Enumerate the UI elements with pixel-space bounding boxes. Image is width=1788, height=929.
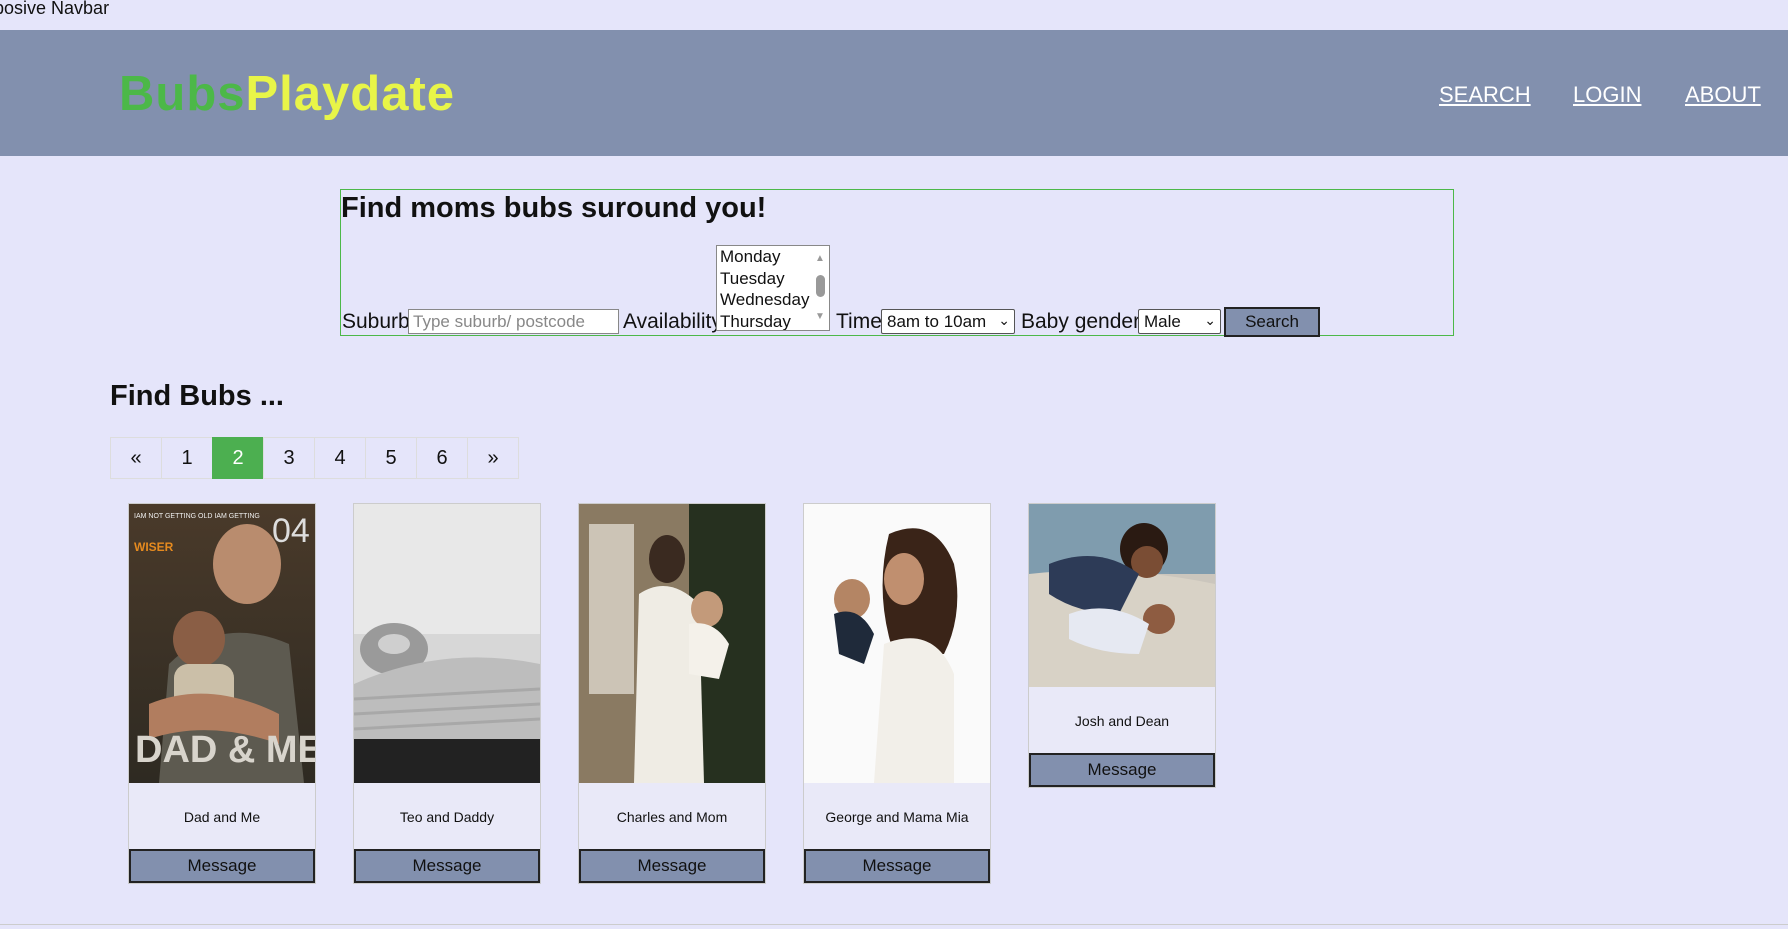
availability-scrollbar[interactable]: ▲ ▼ [813,248,827,328]
profile-card: Josh and Dean Message [1028,503,1216,788]
brand-part-2: Playdate [245,67,456,121]
availability-label: Availability [623,310,722,333]
pagination: « 1 2 3 4 5 6 » [110,437,519,479]
poster-number: 04 [272,512,310,550]
pagination-page-5[interactable]: 5 [365,437,417,479]
scroll-down-icon[interactable]: ▼ [815,312,825,322]
profile-card: Teo and Daddy Message [353,503,541,884]
navbar: BubsPlaydate SEARCH LOGIN ABOUT [0,30,1788,156]
poster-small-text: IAM NOT GETTING OLD IAM GETTING [134,513,260,520]
pagination-page-3[interactable]: 3 [263,437,315,479]
profile-card: George and Mama Mia Message [803,503,991,884]
time-label: Time [836,310,882,333]
search-heading: Find moms bubs suround you! [341,192,767,224]
brand-part-1: Bubs [119,67,246,121]
search-button[interactable]: Search [1224,307,1320,337]
message-button[interactable]: Message [129,849,315,883]
chevron-down-icon: ⌄ [998,312,1010,328]
pagination-page-2[interactable]: 2 [212,437,264,479]
search-form: Find moms bubs suround you! Suburb Avail… [340,189,1454,337]
pagination-next[interactable]: » [467,437,519,479]
chevron-down-icon: ⌄ [1204,312,1216,328]
time-select[interactable]: 8am to 10am ⌄ [881,309,1015,334]
message-button[interactable]: Message [579,849,765,883]
profile-name: Teo and Daddy [399,809,495,825]
profile-photo: IAM NOT GETTING OLD IAM GETTING WISER 04… [129,504,315,783]
profile-card: Charles and Mom Message [578,503,766,884]
profile-name: Josh and Dean [1074,713,1170,729]
browser-tab-title: posive Navbar [0,0,110,18]
profile-photo [354,504,540,783]
nav-link-search[interactable]: SEARCH [1439,82,1531,108]
pagination-page-1[interactable]: 1 [161,437,213,479]
gender-label: Baby gender: [1021,310,1146,333]
scroll-up-icon[interactable]: ▲ [815,254,825,264]
message-button[interactable]: Message [1029,753,1215,787]
pagination-prev[interactable]: « [110,437,162,479]
results-heading: Find Bubs ... [110,380,284,412]
footer-divider [0,924,1788,925]
message-button[interactable]: Message [354,849,540,883]
profile-photo [1029,504,1215,687]
profile-photo [804,504,990,783]
poster-big-text: DAD & ME! [135,729,315,771]
profile-name: George and Mama Mia [825,809,969,825]
poster-accent-text: WISER [134,540,174,554]
message-button[interactable]: Message [804,849,990,883]
time-select-value: 8am to 10am [887,312,987,331]
scroll-thumb[interactable] [816,275,825,297]
suburb-input[interactable] [408,309,619,334]
profile-photo [579,504,765,783]
gender-select-value: Male [1144,312,1181,331]
profile-card: IAM NOT GETTING OLD IAM GETTING WISER 04… [128,503,316,884]
pagination-page-6[interactable]: 6 [416,437,468,479]
availability-listbox[interactable]: Monday Tuesday Wednesday Thursday ▲ ▼ [716,245,830,331]
profile-name: Dad and Me [183,809,261,825]
nav-link-login[interactable]: LOGIN [1573,82,1641,108]
nav-link-about[interactable]: ABOUT [1685,82,1761,108]
suburb-label: Suburb [342,310,410,333]
profile-name: Charles and Mom [616,809,728,825]
brand-logo[interactable]: BubsPlaydate [119,66,455,122]
pagination-page-4[interactable]: 4 [314,437,366,479]
gender-select[interactable]: Male ⌄ [1138,309,1221,334]
